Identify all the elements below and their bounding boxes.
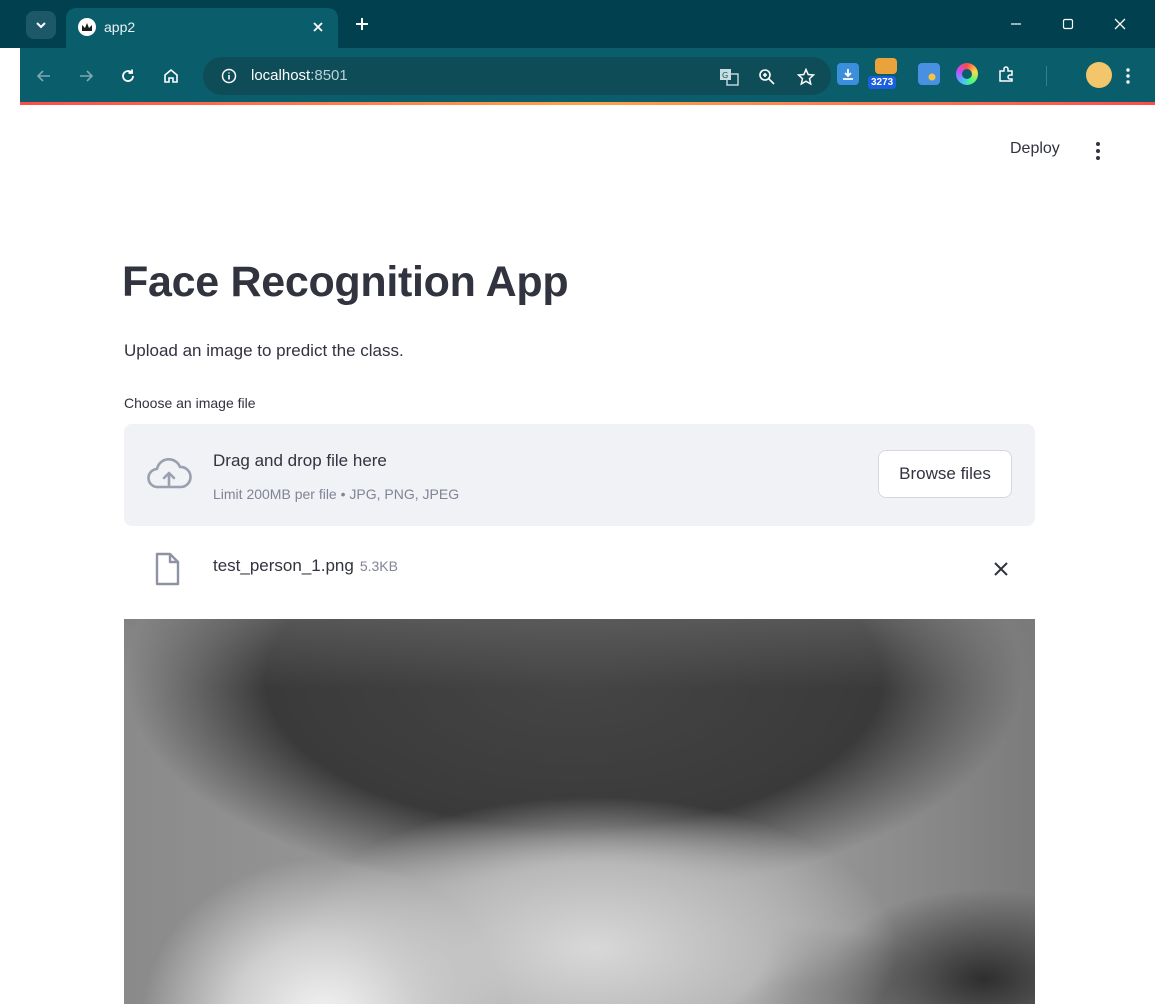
dropzone-instructions: Drag and drop file here [213, 451, 387, 470]
crown-icon [78, 18, 96, 36]
browser-toolbar: localhost:8501 G 3273 [20, 48, 1155, 104]
minimize-button[interactable] [1004, 12, 1028, 36]
uploaded-file-row: test_person_1.png 5.3KB [124, 544, 1035, 592]
cloud-upload-icon [147, 457, 192, 489]
star-icon [797, 68, 815, 86]
reload-icon [122, 69, 134, 82]
info-icon [221, 68, 237, 84]
profile-avatar[interactable] [1086, 62, 1112, 88]
plus-icon [356, 18, 368, 30]
forward-button[interactable] [72, 62, 100, 90]
back-button[interactable] [30, 62, 58, 90]
page-title: Face Recognition App [122, 258, 569, 306]
translate-button[interactable]: G [718, 66, 740, 88]
download-extension-icon[interactable] [837, 63, 859, 85]
close-icon [1114, 18, 1126, 30]
home-button[interactable] [157, 62, 185, 90]
tab-search-button[interactable] [26, 11, 56, 39]
close-icon [313, 22, 323, 32]
maximize-icon [1062, 18, 1074, 30]
arrow-right-icon [80, 70, 94, 82]
uploader-label: Choose an image file [124, 395, 256, 411]
chevron-down-icon [36, 22, 46, 29]
uploaded-face-image [124, 619, 1035, 1004]
browser-tab[interactable]: app2 [66, 8, 338, 48]
app-header-decoration [20, 102, 1155, 105]
remove-file-button[interactable] [988, 556, 1014, 582]
browser-menu-button[interactable] [1114, 62, 1142, 90]
kebab-menu-icon [1096, 142, 1100, 160]
dropzone-limit-text: Limit 200MB per file • JPG, PNG, JPEG [213, 486, 460, 502]
maximize-button[interactable] [1056, 12, 1080, 36]
toolbar-divider [1046, 66, 1047, 86]
home-icon [164, 68, 178, 83]
svg-text:G: G [722, 71, 728, 80]
browser-tab-bar: app2 [0, 0, 1155, 48]
mail-extension-icon[interactable] [875, 58, 897, 74]
tab-title: app2 [104, 19, 136, 35]
reload-button[interactable] [114, 62, 142, 90]
url-text: localhost:8501 [251, 67, 348, 84]
uploaded-file-name: test_person_1.png 5.3KB [213, 556, 398, 575]
uploaded-file-size: 5.3KB [359, 558, 398, 574]
zoom-icon [759, 69, 775, 85]
file-icon [155, 552, 180, 586]
bookmark-button[interactable] [795, 66, 817, 88]
puzzle-icon[interactable] [995, 63, 1017, 85]
main-menu-button[interactable] [1088, 138, 1108, 164]
close-icon [994, 562, 1008, 576]
deploy-button[interactable]: Deploy [1010, 140, 1060, 158]
close-window-button[interactable] [1108, 12, 1132, 36]
doc-extension-icon[interactable] [918, 63, 940, 85]
arrow-left-icon [36, 70, 50, 82]
zoom-button[interactable] [756, 66, 778, 88]
translate-icon: G [720, 69, 739, 86]
close-tab-button[interactable] [308, 17, 328, 37]
kebab-menu-icon [1126, 68, 1130, 84]
site-info-button[interactable] [219, 66, 239, 86]
browse-files-button[interactable]: Browse files [878, 450, 1012, 498]
file-dropzone[interactable]: Drag and drop file here Limit 200MB per … [124, 424, 1035, 526]
address-bar[interactable]: localhost:8501 G [203, 57, 831, 95]
minimize-icon [1011, 23, 1021, 25]
new-tab-button[interactable] [350, 12, 374, 36]
color-extension-icon[interactable] [956, 63, 978, 85]
extension-badge: 3273 [868, 76, 897, 89]
page-subtitle: Upload an image to predict the class. [124, 341, 404, 360]
